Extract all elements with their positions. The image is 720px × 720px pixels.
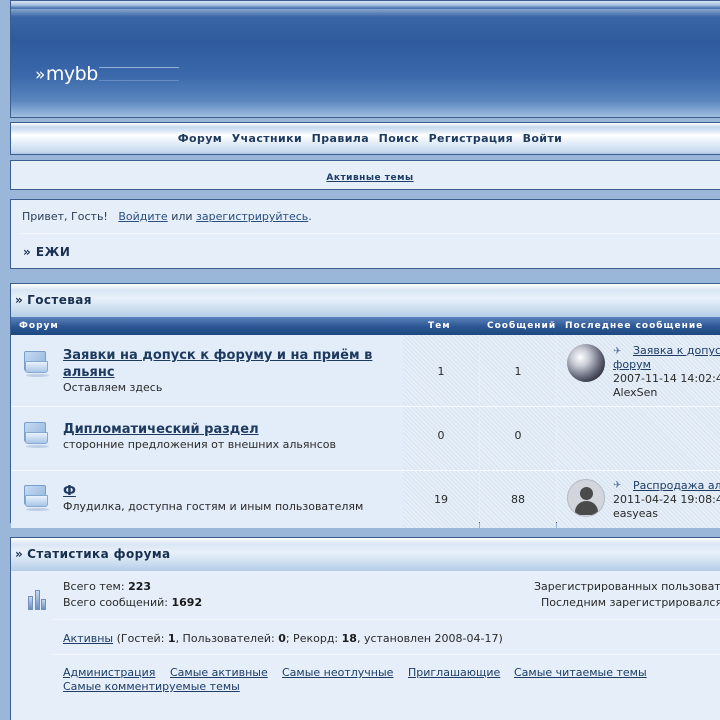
topics-cell: 0 (403, 406, 479, 470)
forum-folder-icon (24, 351, 49, 377)
stat-posts: Всего сообщений: 1692 (63, 596, 203, 609)
link-most-commented[interactable]: Самые комментируемые темы (63, 680, 240, 693)
last-post-author[interactable]: AlexSen (613, 386, 657, 399)
welcome-panel: Привет, Гость! Войдите или зарегистрируй… (10, 199, 720, 269)
divider (53, 619, 720, 620)
forum-row: Заявки на допуск к форуму и на приём в а… (11, 335, 720, 406)
mybb-logo[interactable]: »mybb (35, 63, 98, 85)
logo-chevron-icon: » (35, 65, 45, 85)
stat-last-registered: Последним зарегистрировался (541, 596, 720, 609)
forum-row: Ф Флудилка, доступна гостям и иным польз… (11, 470, 720, 528)
link-most-active[interactable]: Самые активные (170, 666, 268, 679)
last-post-cell (557, 406, 720, 470)
stat-registered: Зарегистрированных пользоват (534, 580, 720, 593)
posts-cell: 0 (480, 406, 556, 470)
active-topics-bar: Активные темы (10, 160, 720, 190)
stats-icon (27, 586, 47, 610)
forum-title-link[interactable]: Ф (63, 483, 76, 500)
category-guestbook: » Гостевая Форум Тем Сообщений Последнее … (10, 283, 720, 528)
link-most-persistent[interactable]: Самые неотлучные (282, 666, 393, 679)
posts-count: 0 (514, 429, 522, 442)
posts-cell: 1 (480, 335, 556, 406)
forum-title-link[interactable]: Заявки на допуск к форуму и на приём в а… (63, 347, 372, 381)
posts-cell: 88 (480, 470, 556, 528)
active-users-link[interactable]: Активны (63, 632, 113, 645)
header-banner: »mybb (10, 0, 720, 118)
last-post-link-cont[interactable]: форум (613, 358, 651, 371)
topics-count: 19 (434, 493, 448, 506)
stats-header: » Статистика форума (11, 538, 720, 571)
welcome-end: . (308, 210, 312, 223)
or-text: или (171, 210, 193, 223)
category-header[interactable]: » Гостевая (11, 284, 720, 317)
stat-online: Активны (Гостей: 1, Пользователей: 0; Ре… (63, 632, 503, 645)
divider (21, 233, 720, 234)
link-inviters[interactable]: Приглашающие (408, 666, 500, 679)
last-post-cell: ✈ Распродажа ал 2011-04-24 19:08:4 easye… (557, 470, 720, 528)
nav-login[interactable]: Войти (523, 132, 563, 145)
last-post-date: 2007-11-14 14:02:4 (613, 372, 720, 385)
forum-row: Дипломатический раздел сторонние предлож… (11, 406, 720, 470)
nav-search[interactable]: Поиск (379, 132, 419, 145)
user-avatar[interactable] (567, 344, 605, 382)
nav-register[interactable]: Регистрация (429, 132, 514, 145)
forum-stats-panel: » Статистика форума Всего тем: 223 Всего … (10, 537, 720, 720)
active-topics-link[interactable]: Активные темы (326, 173, 413, 183)
last-post-icon: ✈ (613, 346, 622, 357)
nav-forum[interactable]: Форум (178, 132, 223, 145)
welcome-message: Привет, Гость! Войдите или зарегистрируй… (22, 210, 312, 223)
forum-description: сторонние предложения от внешних альянсо… (63, 438, 336, 451)
forum-status-cell (11, 406, 59, 470)
topics-count: 0 (437, 429, 445, 442)
register-link[interactable]: зарегистрируйтесь (196, 210, 308, 223)
last-post-cell: ✈ Заявка к допус форум 2007-11-14 14:02:… (557, 335, 720, 406)
forum-title-link[interactable]: Дипломатический раздел (63, 421, 259, 438)
col-last-post: Последнее сообщение (565, 321, 704, 331)
forum-status-cell (11, 470, 59, 528)
forum-info-cell: Заявки на допуск к форуму и на приём в а… (59, 335, 403, 406)
col-posts: Сообщений (487, 321, 557, 331)
stat-topics: Всего тем: 223 (63, 580, 152, 593)
forum-description: Оставляем здесь (63, 381, 163, 394)
stats-title: Статистика форума (27, 547, 171, 561)
stats-chevron-icon: » (15, 547, 24, 561)
last-post-link[interactable]: Заявка к допус (633, 344, 720, 357)
last-post-date: 2011-04-24 19:08:4 (613, 493, 720, 506)
breadcrumb[interactable]: » ЕЖИ (23, 245, 70, 259)
divider (53, 654, 720, 655)
forum-status-cell (11, 335, 59, 406)
last-post-icon: ✈ (613, 480, 622, 491)
login-link[interactable]: Войдите (118, 210, 167, 223)
topics-count: 1 (437, 365, 445, 378)
last-post-link[interactable]: Распродажа ал (633, 479, 720, 492)
column-headers: Форум Тем Сообщений Последнее сообщение (11, 317, 720, 335)
forum-description: Флудилка, доступна гостям и иным пользов… (63, 500, 364, 513)
topics-cell: 1 (403, 335, 479, 406)
link-administration[interactable]: Администрация (63, 666, 155, 679)
user-avatar[interactable] (567, 479, 605, 517)
greeting-text: Привет, Гость! (22, 210, 108, 223)
forum-info-cell: Ф Флудилка, доступна гостям и иным польз… (59, 470, 403, 528)
topics-cell: 19 (403, 470, 479, 528)
col-forum: Форум (19, 321, 59, 331)
nav-members[interactable]: Участники (232, 132, 302, 145)
category-title: Гостевая (27, 293, 92, 307)
forum-folder-icon (24, 422, 49, 448)
category-chevron-icon: » (15, 293, 24, 307)
forum-info-cell: Дипломатический раздел сторонние предлож… (59, 406, 403, 470)
col-topics: Тем (428, 321, 451, 331)
nav-rules[interactable]: Правила (312, 132, 369, 145)
main-nav: Форум Участники Правила Поиск Регистраци… (10, 122, 720, 155)
logo-decoration (99, 67, 179, 81)
link-most-read[interactable]: Самые читаемые темы (514, 666, 647, 679)
forum-folder-icon (24, 485, 49, 511)
posts-count: 88 (511, 493, 525, 506)
last-post-author[interactable]: easyeas (613, 507, 658, 520)
posts-count: 1 (514, 365, 522, 378)
